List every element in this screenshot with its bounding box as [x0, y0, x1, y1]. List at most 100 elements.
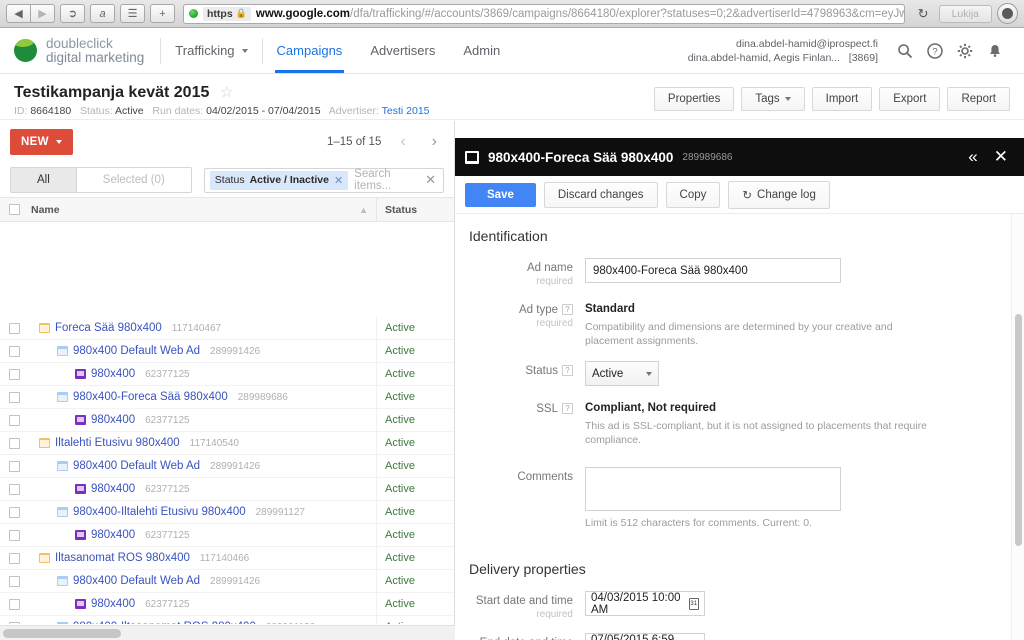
row-checkbox[interactable]	[8, 483, 20, 495]
table-row[interactable]: 980x400 62377125 Active	[0, 477, 454, 501]
campaign-advertiser-link[interactable]: Testi 2015	[382, 105, 430, 117]
row-name-link[interactable]: Foreca Sää 980x400	[55, 322, 162, 334]
row-name-link[interactable]: 980x400	[91, 483, 135, 495]
end-date-input[interactable]: 07/05/2015 6:59 AM 31	[585, 633, 705, 640]
row-checkbox-cell[interactable]	[0, 322, 28, 334]
nav-tab-campaigns[interactable]: Campaigns	[263, 28, 357, 73]
forward-button[interactable]: ▶	[30, 4, 55, 23]
close-icon[interactable]: ✕	[994, 147, 1008, 167]
horizontal-scrollbar-thumb[interactable]	[3, 629, 121, 638]
table-body[interactable]: Foreca Sää 980x400 117140467 Active 980x400…	[0, 317, 454, 624]
row-checkbox[interactable]	[8, 575, 20, 587]
row-checkbox-cell[interactable]	[0, 391, 28, 403]
row-checkbox[interactable]	[8, 391, 20, 403]
row-checkbox-cell[interactable]	[0, 529, 28, 541]
tags-button[interactable]: Tags	[741, 87, 805, 111]
reload-icon[interactable]: ↻	[913, 6, 934, 22]
row-checkbox[interactable]	[8, 345, 20, 357]
row-name-link[interactable]: 980x400-Iltalehti Etusivu 980x400	[73, 506, 246, 518]
row-checkbox-cell[interactable]	[0, 506, 28, 518]
row-checkbox-cell[interactable]	[0, 368, 28, 380]
table-row[interactable]: 980x400-Iltasanomat ROS 980x400 289991126…	[0, 615, 454, 624]
table-row[interactable]: 980x400 Default Web Ad 289991426 Active	[0, 454, 454, 478]
pagination-next-icon[interactable]: ›	[425, 133, 444, 151]
bell-icon[interactable]	[980, 36, 1010, 66]
import-button[interactable]: Import	[811, 87, 873, 111]
row-checkbox-cell[interactable]	[0, 483, 28, 495]
row-checkbox-cell[interactable]	[0, 460, 28, 472]
column-header-name[interactable]: Name ▲	[28, 204, 376, 216]
row-name-link[interactable]: 980x400	[91, 529, 135, 541]
row-checkbox[interactable]	[8, 437, 20, 449]
tab-selected[interactable]: Selected (0)	[76, 167, 192, 193]
copy-button[interactable]: Copy	[665, 181, 721, 208]
new-button[interactable]: NEW	[10, 129, 73, 155]
row-checkbox[interactable]	[8, 529, 20, 541]
pagination-prev-icon[interactable]: ‹	[393, 133, 412, 151]
share-icon[interactable]: ➲	[60, 4, 85, 23]
table-row[interactable]: 980x400-Foreca Sää 980x400 289989686 Activ…	[0, 385, 454, 409]
status-filter-chip[interactable]: Status Active / Inactive ✕	[209, 170, 349, 190]
row-checkbox-cell[interactable]	[0, 621, 28, 624]
help-icon[interactable]: ?	[562, 365, 573, 376]
table-row[interactable]: 980x400 62377125 Active	[0, 362, 454, 386]
table-row[interactable]: 980x400 62377125 Active	[0, 523, 454, 547]
calendar-icon[interactable]: 31	[688, 597, 699, 610]
table-row[interactable]: Iltasanomat ROS 980x400 117140466 Active	[0, 546, 454, 570]
row-name-link[interactable]: 980x400 Default Web Ad	[73, 345, 200, 357]
table-row[interactable]: 980x400 Default Web Ad 289991426 Active	[0, 339, 454, 363]
row-checkbox[interactable]	[8, 552, 20, 564]
star-outline-icon[interactable]: ☆	[220, 84, 233, 101]
table-row[interactable]: 980x400 Default Web Ad 289991426 Active	[0, 569, 454, 593]
search-clear-icon[interactable]: ✕	[425, 172, 438, 188]
sidebar-icon[interactable]: ☰	[120, 4, 145, 23]
search-input[interactable]: Status Active / Inactive ✕ Search items.…	[203, 167, 444, 193]
row-checkbox[interactable]	[8, 414, 20, 426]
address-bar[interactable]: https 🔒 www.google.com /dfa/trafficking/…	[183, 3, 905, 24]
camera-icon[interactable]	[997, 3, 1018, 24]
row-checkbox[interactable]	[8, 322, 20, 334]
ad-name-input[interactable]: 980x400-Foreca Sää 980x400	[585, 258, 841, 283]
row-name-link[interactable]: Iltasanomat ROS 980x400	[55, 552, 190, 564]
row-name-link[interactable]: 980x400-Iltasanomat ROS 980x400	[73, 621, 256, 624]
sort-asc-icon[interactable]: ▲	[359, 205, 368, 215]
help-icon[interactable]: ?	[562, 403, 573, 414]
row-checkbox[interactable]	[8, 368, 20, 380]
gear-icon[interactable]	[950, 36, 980, 66]
help-icon[interactable]: ?	[920, 36, 950, 66]
select-all-checkbox-cell[interactable]	[0, 204, 28, 215]
font-size-icon[interactable]: a	[90, 4, 115, 23]
row-checkbox-cell[interactable]	[0, 345, 28, 357]
row-name-link[interactable]: 980x400	[91, 414, 135, 426]
row-checkbox[interactable]	[8, 506, 20, 518]
table-row[interactable]: 980x400-Iltalehti Etusivu 980x400 2899911…	[0, 500, 454, 524]
row-checkbox[interactable]	[8, 621, 20, 624]
report-button[interactable]: Report	[947, 87, 1010, 111]
row-name-link[interactable]: Iltalehti Etusivu 980x400	[55, 437, 180, 449]
row-name-link[interactable]: 980x400	[91, 368, 135, 380]
row-name-link[interactable]: 980x400	[91, 598, 135, 610]
new-tab-button[interactable]: +	[150, 4, 175, 23]
doubleclick-logo[interactable]: doubleclick digital marketing	[14, 36, 160, 65]
back-button[interactable]: ◀	[6, 4, 31, 23]
nav-tab-advertisers[interactable]: Advertisers	[356, 28, 449, 73]
nav-tab-admin[interactable]: Admin	[449, 28, 514, 73]
table-row[interactable]: 980x400 62377125 Active	[0, 592, 454, 616]
comments-textarea[interactable]	[585, 467, 841, 511]
help-icon[interactable]: ?	[562, 304, 573, 315]
nav-menu-trafficking[interactable]: Trafficking	[161, 28, 261, 73]
start-date-input[interactable]: 04/03/2015 10:00 AM 31	[585, 591, 705, 616]
select-all-checkbox[interactable]	[8, 204, 20, 215]
row-checkbox[interactable]	[8, 460, 20, 472]
row-checkbox-cell[interactable]	[0, 575, 28, 587]
search-icon[interactable]	[890, 36, 920, 66]
row-checkbox-cell[interactable]	[0, 552, 28, 564]
change-log-button[interactable]: ↻ Change log	[728, 180, 830, 209]
horizontal-scrollbar[interactable]	[0, 625, 455, 640]
detail-vertical-scrollbar[interactable]	[1011, 214, 1024, 640]
row-checkbox-cell[interactable]	[0, 437, 28, 449]
column-header-status[interactable]: Status	[376, 197, 454, 222]
close-icon[interactable]: ✕	[334, 174, 343, 187]
row-checkbox-cell[interactable]	[0, 414, 28, 426]
row-name-link[interactable]: 980x400-Foreca Sää 980x400	[73, 391, 228, 403]
